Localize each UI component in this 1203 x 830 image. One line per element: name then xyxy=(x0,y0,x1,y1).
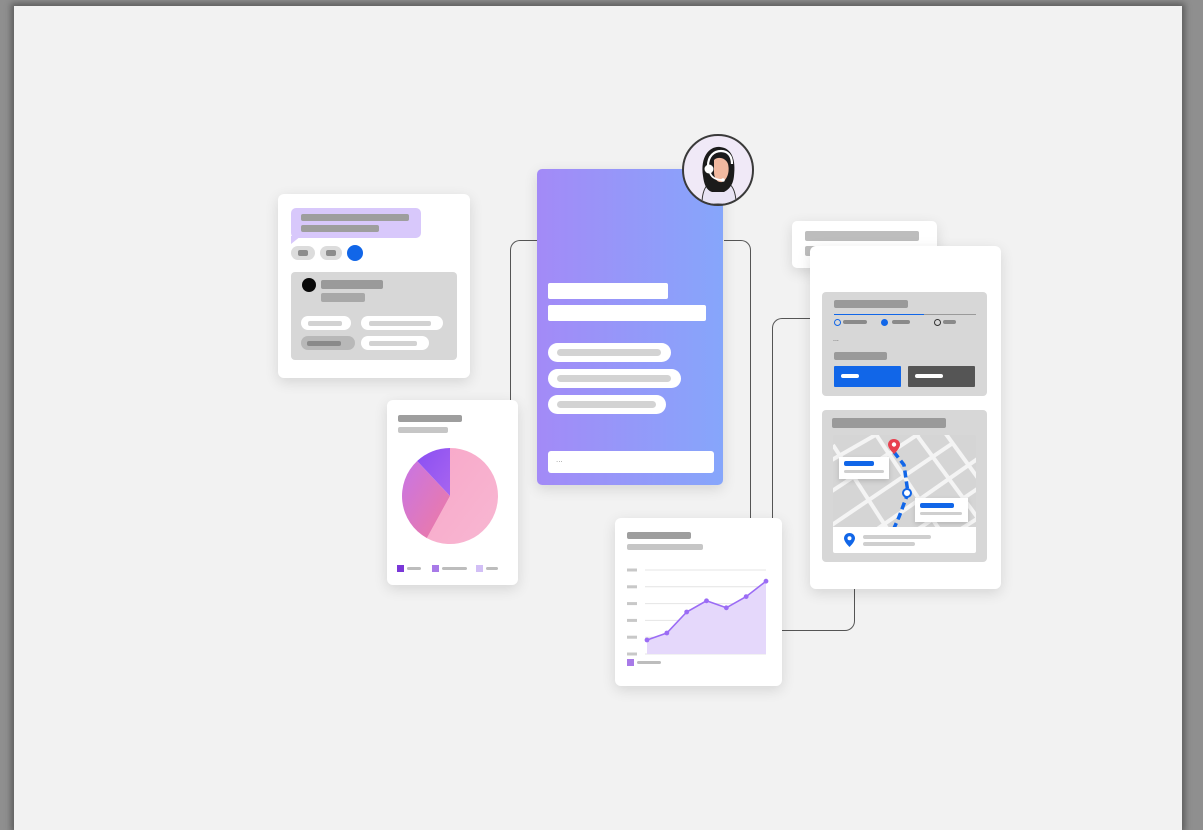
location-bar[interactable] xyxy=(833,527,976,553)
map-info-line xyxy=(844,461,874,466)
area-fill xyxy=(647,581,766,654)
stepper-progress-line xyxy=(834,314,924,315)
stepper-separator: ... xyxy=(833,336,839,343)
profile-avatar xyxy=(302,278,316,292)
headset-agent-avatar-icon xyxy=(701,146,737,204)
suggestion-pill-text xyxy=(557,349,661,356)
data-point xyxy=(644,637,650,643)
tag-pill-label xyxy=(307,341,341,346)
message-input-placeholder: ... xyxy=(556,455,563,464)
tag-pill-label xyxy=(369,321,431,326)
y-tick-line xyxy=(627,602,637,606)
legend-label-line xyxy=(637,661,661,664)
legend-label-line xyxy=(442,567,467,570)
profile-sub-line xyxy=(321,293,365,302)
profile-name-line xyxy=(321,280,383,289)
map-view[interactable] xyxy=(833,435,976,553)
primary-button-label-line xyxy=(841,374,859,378)
step-label-line xyxy=(943,320,956,324)
chat-text-line xyxy=(301,214,409,221)
map-info-card xyxy=(915,498,968,522)
chat-bubble xyxy=(291,208,421,238)
tag-pill-label xyxy=(308,321,342,326)
form-heading-line xyxy=(548,305,706,321)
line-chart-card xyxy=(615,518,782,686)
data-point xyxy=(684,609,690,615)
pie-chart xyxy=(402,448,498,544)
connector-line-bottom xyxy=(782,584,855,631)
map-panel xyxy=(822,410,987,562)
illustration-canvas: ... ... xyxy=(14,6,1182,830)
stepper-title-line xyxy=(834,300,908,308)
y-tick-line xyxy=(627,568,637,572)
pie-chart-card xyxy=(387,400,518,585)
y-tick-line xyxy=(627,635,637,639)
chat-bubble-tail xyxy=(291,236,301,244)
step-radio-current[interactable] xyxy=(881,319,888,326)
step-radio-done[interactable] xyxy=(834,319,841,326)
option-chip-label xyxy=(298,250,308,256)
suggestion-pill-text xyxy=(557,401,656,408)
data-point xyxy=(763,578,769,584)
y-tick-line xyxy=(627,585,637,589)
location-pin-icon xyxy=(844,533,855,547)
secondary-button[interactable] xyxy=(908,366,975,387)
map-info-card xyxy=(839,457,889,479)
chat-text-line xyxy=(301,225,379,232)
map-info-line xyxy=(920,512,962,515)
suggestion-pill-text xyxy=(557,375,671,382)
data-point xyxy=(704,598,709,604)
legend-label-line xyxy=(486,567,498,570)
stepper-panel: ... xyxy=(822,292,987,396)
booking-map-card: ... xyxy=(810,246,1001,589)
secondary-button-label-line xyxy=(915,374,943,378)
form-heading-line xyxy=(548,283,668,299)
option-chip-label xyxy=(326,250,336,256)
connector-line-right-top xyxy=(772,318,811,525)
primary-button[interactable] xyxy=(834,366,901,387)
legend-swatch xyxy=(397,565,404,572)
step-radio-next[interactable] xyxy=(934,319,941,326)
legend-swatch xyxy=(432,565,439,572)
location-line xyxy=(863,542,915,546)
y-tick-line xyxy=(627,652,637,656)
map-info-line xyxy=(844,470,884,473)
legend-label-line xyxy=(407,567,421,570)
chat-options-card xyxy=(278,194,470,378)
connector-line-middle xyxy=(724,240,751,525)
legend-swatch xyxy=(476,565,483,572)
legend-swatch xyxy=(627,659,634,666)
data-point xyxy=(664,630,670,636)
data-point xyxy=(723,605,729,611)
map-pin-red-icon xyxy=(888,439,900,454)
step-label-line xyxy=(892,320,910,324)
stepper-track-line xyxy=(924,314,976,315)
profile-panel xyxy=(291,272,457,360)
data-point xyxy=(743,594,749,599)
step-label-line xyxy=(843,320,867,324)
stepper-field-line xyxy=(834,352,887,360)
speech-text-line xyxy=(805,231,919,241)
y-tick-line xyxy=(627,618,637,622)
gradient-form-card: ... xyxy=(537,169,723,485)
map-info-line xyxy=(920,503,954,508)
message-input[interactable]: ... xyxy=(548,451,714,473)
map-title-line xyxy=(832,418,946,428)
location-line xyxy=(863,535,931,539)
tag-pill-label xyxy=(369,341,417,346)
agent-avatar xyxy=(682,134,754,206)
selected-option-dot[interactable] xyxy=(347,245,363,261)
